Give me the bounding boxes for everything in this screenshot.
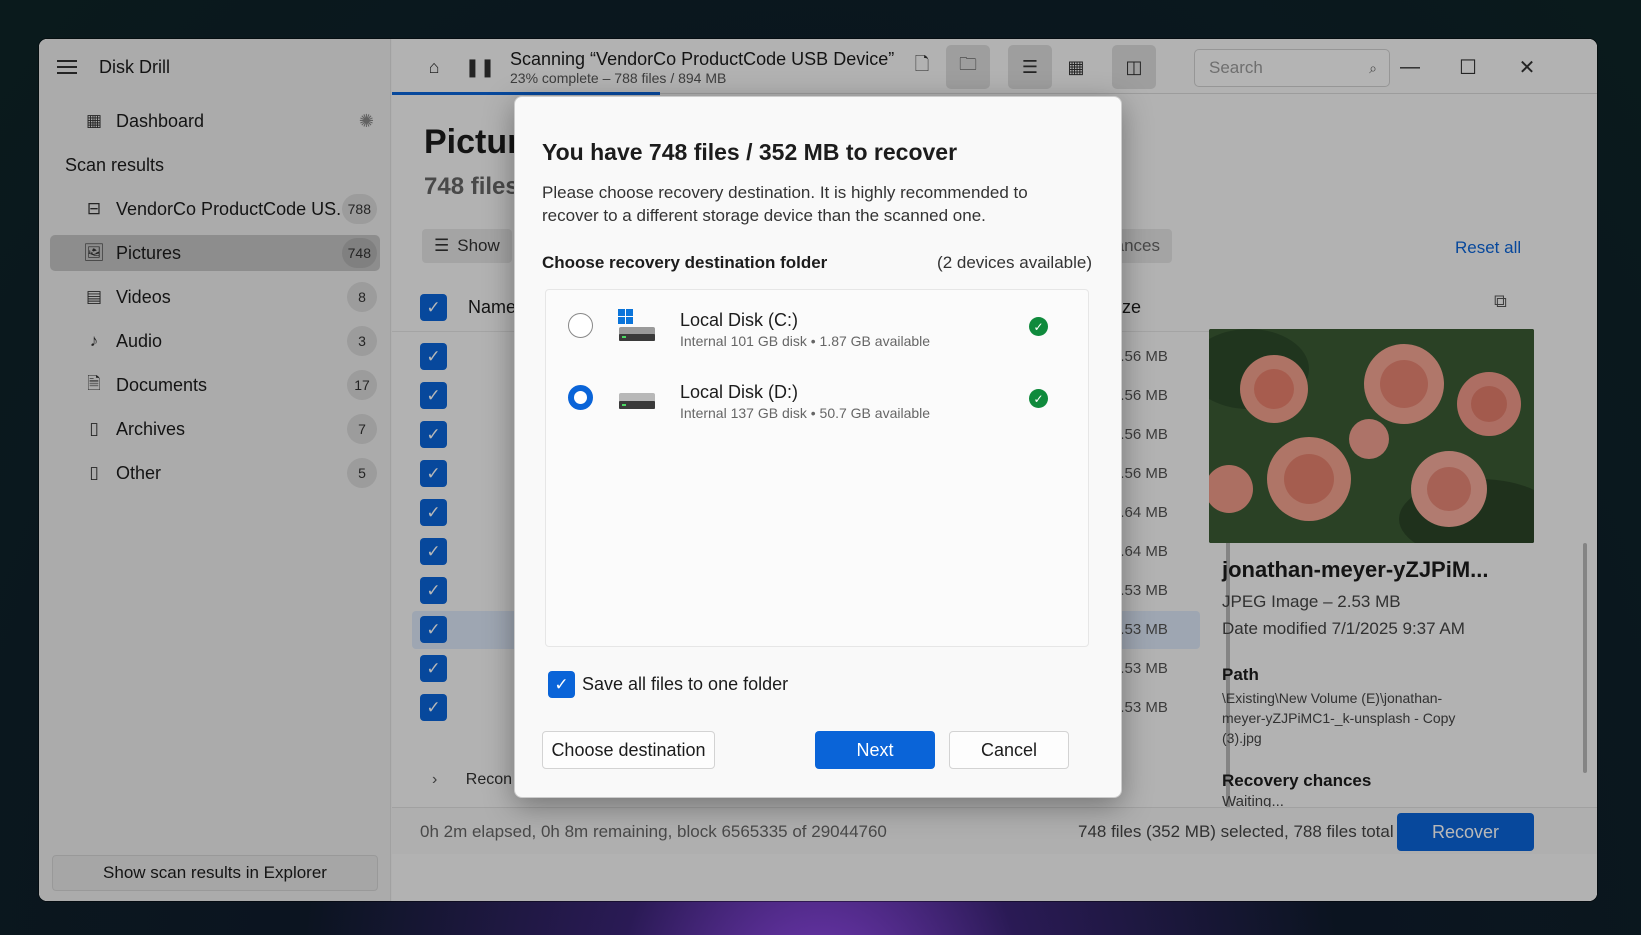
save-one-folder-label: Save all files to one folder [582,674,789,694]
check-circle-icon: ✓ [1029,317,1048,336]
choose-destination-button[interactable]: Choose destination [542,731,715,769]
save-one-folder-checkbox[interactable]: ✓ Save all files to one folder [548,671,788,698]
recovery-destination-dialog: You have 748 files / 352 MB to recover P… [514,96,1122,798]
windows-disk-icon [618,309,655,341]
disk-name: Local Disk (C:) [680,310,799,330]
choose-folder-label: Choose recovery destination folder [542,253,828,272]
dialog-title: You have 748 files / 352 MB to recover [542,139,958,165]
disk-radio-selected[interactable] [568,385,593,410]
disk-radio[interactable] [568,313,593,338]
disk-info: Internal 101 GB disk • 1.87 GB available [680,333,931,349]
next-button[interactable]: Next [815,731,935,769]
dialog-description: Please choose recovery destination. It i… [542,183,1028,225]
checkbox-checked-icon[interactable]: ✓ [548,671,575,698]
disk-option-d[interactable]: Local Disk (D:) Internal 137 GB disk • 5… [546,362,1090,432]
hard-drive-icon [619,393,655,409]
check-circle-icon: ✓ [1029,389,1048,408]
devices-count: (2 devices available) [937,253,1092,272]
disk-list: Local Disk (C:) Internal 101 GB disk • 1… [545,289,1089,647]
disk-info: Internal 137 GB disk • 50.7 GB available [680,405,931,421]
disk-option-c[interactable]: Local Disk (C:) Internal 101 GB disk • 1… [546,290,1090,360]
disk-name: Local Disk (D:) [680,382,799,402]
cancel-button[interactable]: Cancel [949,731,1069,769]
